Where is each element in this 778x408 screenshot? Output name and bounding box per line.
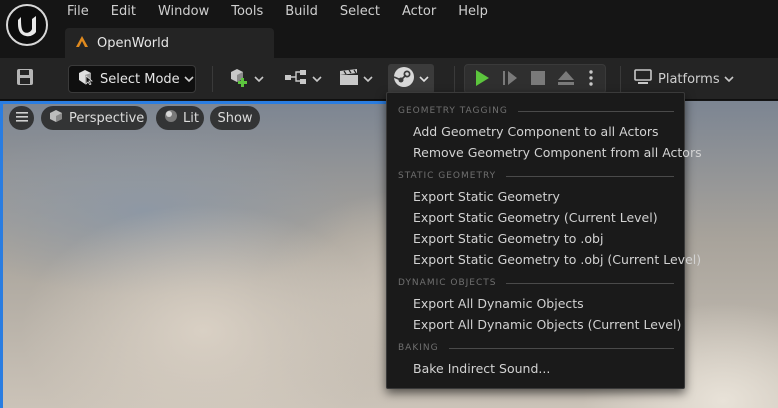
platforms-label: Platforms: [658, 71, 720, 87]
lit-sphere-icon: [164, 109, 178, 127]
show-label: Show: [217, 110, 253, 126]
section-header-dynamic-objects: DYNAMIC OBJECTS: [398, 277, 674, 289]
chevron-down-icon: [254, 72, 264, 87]
menu-item-export-static-geometry-obj-current-level[interactable]: Export Static Geometry to .obj (Current …: [413, 250, 701, 270]
stop-icon: [531, 71, 545, 89]
menu-edit[interactable]: Edit: [100, 0, 147, 24]
menu-item-remove-geometry-component[interactable]: Remove Geometry Component from all Actor…: [413, 143, 702, 163]
chevron-down-icon: [419, 72, 429, 87]
document-tab[interactable]: OpenWorld: [65, 28, 274, 58]
stop-button[interactable]: [527, 69, 549, 91]
unreal-logo-icon[interactable]: [6, 4, 48, 46]
title-bar: File Edit Window Tools Build Select Acto…: [0, 0, 778, 58]
play-button[interactable]: [471, 69, 493, 91]
select-mode-dropdown[interactable]: Select Mode: [68, 65, 196, 93]
perspective-button[interactable]: Perspective: [41, 106, 147, 130]
menu-item-export-static-geometry[interactable]: Export Static Geometry: [413, 187, 560, 207]
select-mode-icon: [77, 69, 94, 89]
menu-file[interactable]: File: [56, 0, 100, 24]
menu-select[interactable]: Select: [329, 0, 391, 24]
eject-button[interactable]: [555, 69, 577, 91]
menu-bar: File Edit Window Tools Build Select Acto…: [56, 0, 499, 24]
menu-item-export-static-geometry-obj[interactable]: Export Static Geometry to .obj: [413, 229, 603, 249]
perspective-label: Perspective: [69, 110, 145, 126]
toolbar-divider: [454, 66, 455, 92]
section-header-geometry-tagging: GEOMETRY TAGGING: [398, 105, 674, 117]
steam-icon: [393, 66, 415, 92]
play-icon: [474, 69, 490, 91]
chevron-down-icon: [724, 72, 734, 87]
step-icon: [502, 69, 518, 91]
select-mode-label: Select Mode: [100, 71, 180, 87]
level-icon: [75, 34, 89, 52]
cinematics-button[interactable]: [334, 64, 378, 94]
steam-audio-button[interactable]: [388, 64, 434, 94]
chevron-down-icon: [184, 72, 194, 87]
chevron-down-icon: [363, 72, 373, 87]
show-button[interactable]: Show: [210, 106, 260, 130]
advance-frame-button[interactable]: [499, 69, 521, 91]
viewport-focus-border: [0, 101, 388, 104]
clapperboard-icon: [339, 68, 359, 90]
more-vertical-icon: [589, 70, 593, 90]
toolbar-divider: [620, 66, 621, 92]
play-options-button[interactable]: [583, 69, 599, 91]
menu-window[interactable]: Window: [147, 0, 220, 24]
add-content-button[interactable]: [224, 64, 268, 94]
save-icon: [16, 68, 34, 90]
platforms-icon: [634, 69, 652, 89]
toolbar-divider: [212, 66, 213, 92]
play-controls: [464, 64, 606, 94]
menu-build[interactable]: Build: [274, 0, 329, 24]
cube-icon: [49, 109, 63, 127]
platforms-button[interactable]: Platforms: [634, 64, 734, 94]
menu-item-add-geometry-component[interactable]: Add Geometry Component to all Actors: [413, 122, 659, 142]
menu-actor[interactable]: Actor: [391, 0, 447, 24]
eject-icon: [557, 70, 575, 90]
steam-audio-menu: GEOMETRY TAGGING Add Geometry Component …: [386, 92, 702, 389]
menu-tools[interactable]: Tools: [220, 0, 274, 24]
save-button[interactable]: [10, 64, 40, 94]
menu-help[interactable]: Help: [447, 0, 499, 24]
blueprints-button[interactable]: [280, 64, 326, 94]
add-actor-icon: [228, 67, 250, 91]
document-tab-label: OpenWorld: [97, 35, 169, 51]
menu-item-export-all-dynamic-objects[interactable]: Export All Dynamic Objects: [413, 294, 584, 314]
menu-item-export-all-dynamic-objects-current-level[interactable]: Export All Dynamic Objects (Current Leve…: [413, 315, 681, 335]
chevron-down-icon: [312, 72, 322, 87]
lit-label: Lit: [183, 110, 199, 126]
menu-item-export-static-geometry-current-level[interactable]: Export Static Geometry (Current Level): [413, 208, 658, 228]
section-header-static-geometry: STATIC GEOMETRY: [398, 170, 674, 182]
lit-mode-button[interactable]: Lit: [156, 106, 204, 130]
viewport-options-button[interactable]: [9, 106, 34, 130]
hamburger-menu-icon: [15, 111, 28, 126]
menu-item-bake-indirect-sound[interactable]: Bake Indirect Sound...: [413, 359, 550, 379]
section-header-baking: BAKING: [398, 342, 674, 354]
blueprint-icon: [284, 69, 308, 89]
